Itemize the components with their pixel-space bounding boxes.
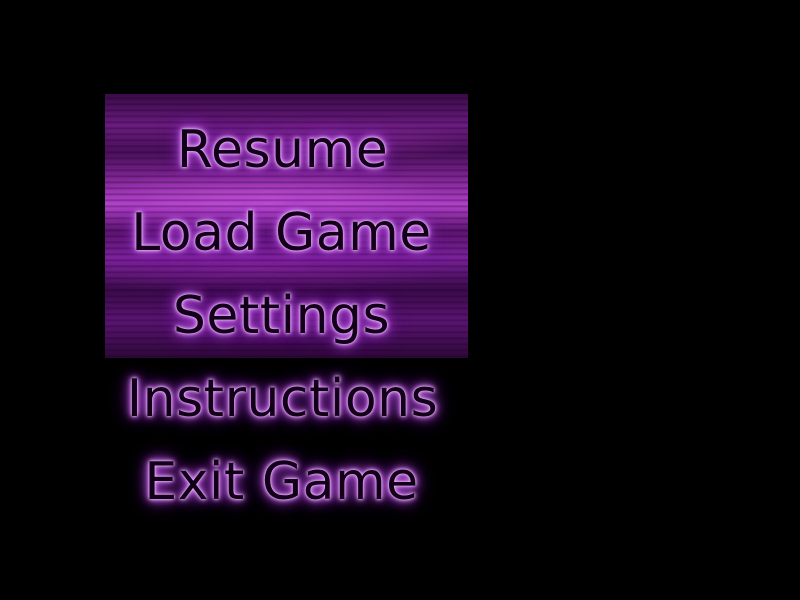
instructions-label: Instructions	[126, 368, 439, 429]
load-game-label: Load Game	[131, 202, 432, 263]
main-menu: Resume Load Game Settings Instructions E…	[105, 108, 468, 523]
pause-menu-screen: Resume Load Game Settings Instructions E…	[0, 0, 800, 600]
load-game-button[interactable]: Load Game	[105, 191, 468, 274]
resume-button[interactable]: Resume	[105, 108, 468, 191]
exit-game-button[interactable]: Exit Game	[105, 440, 468, 523]
exit-game-label: Exit Game	[144, 451, 419, 512]
settings-button[interactable]: Settings	[105, 274, 468, 357]
instructions-button[interactable]: Instructions	[105, 357, 468, 440]
settings-label: Settings	[172, 285, 391, 346]
resume-label: Resume	[176, 119, 389, 180]
